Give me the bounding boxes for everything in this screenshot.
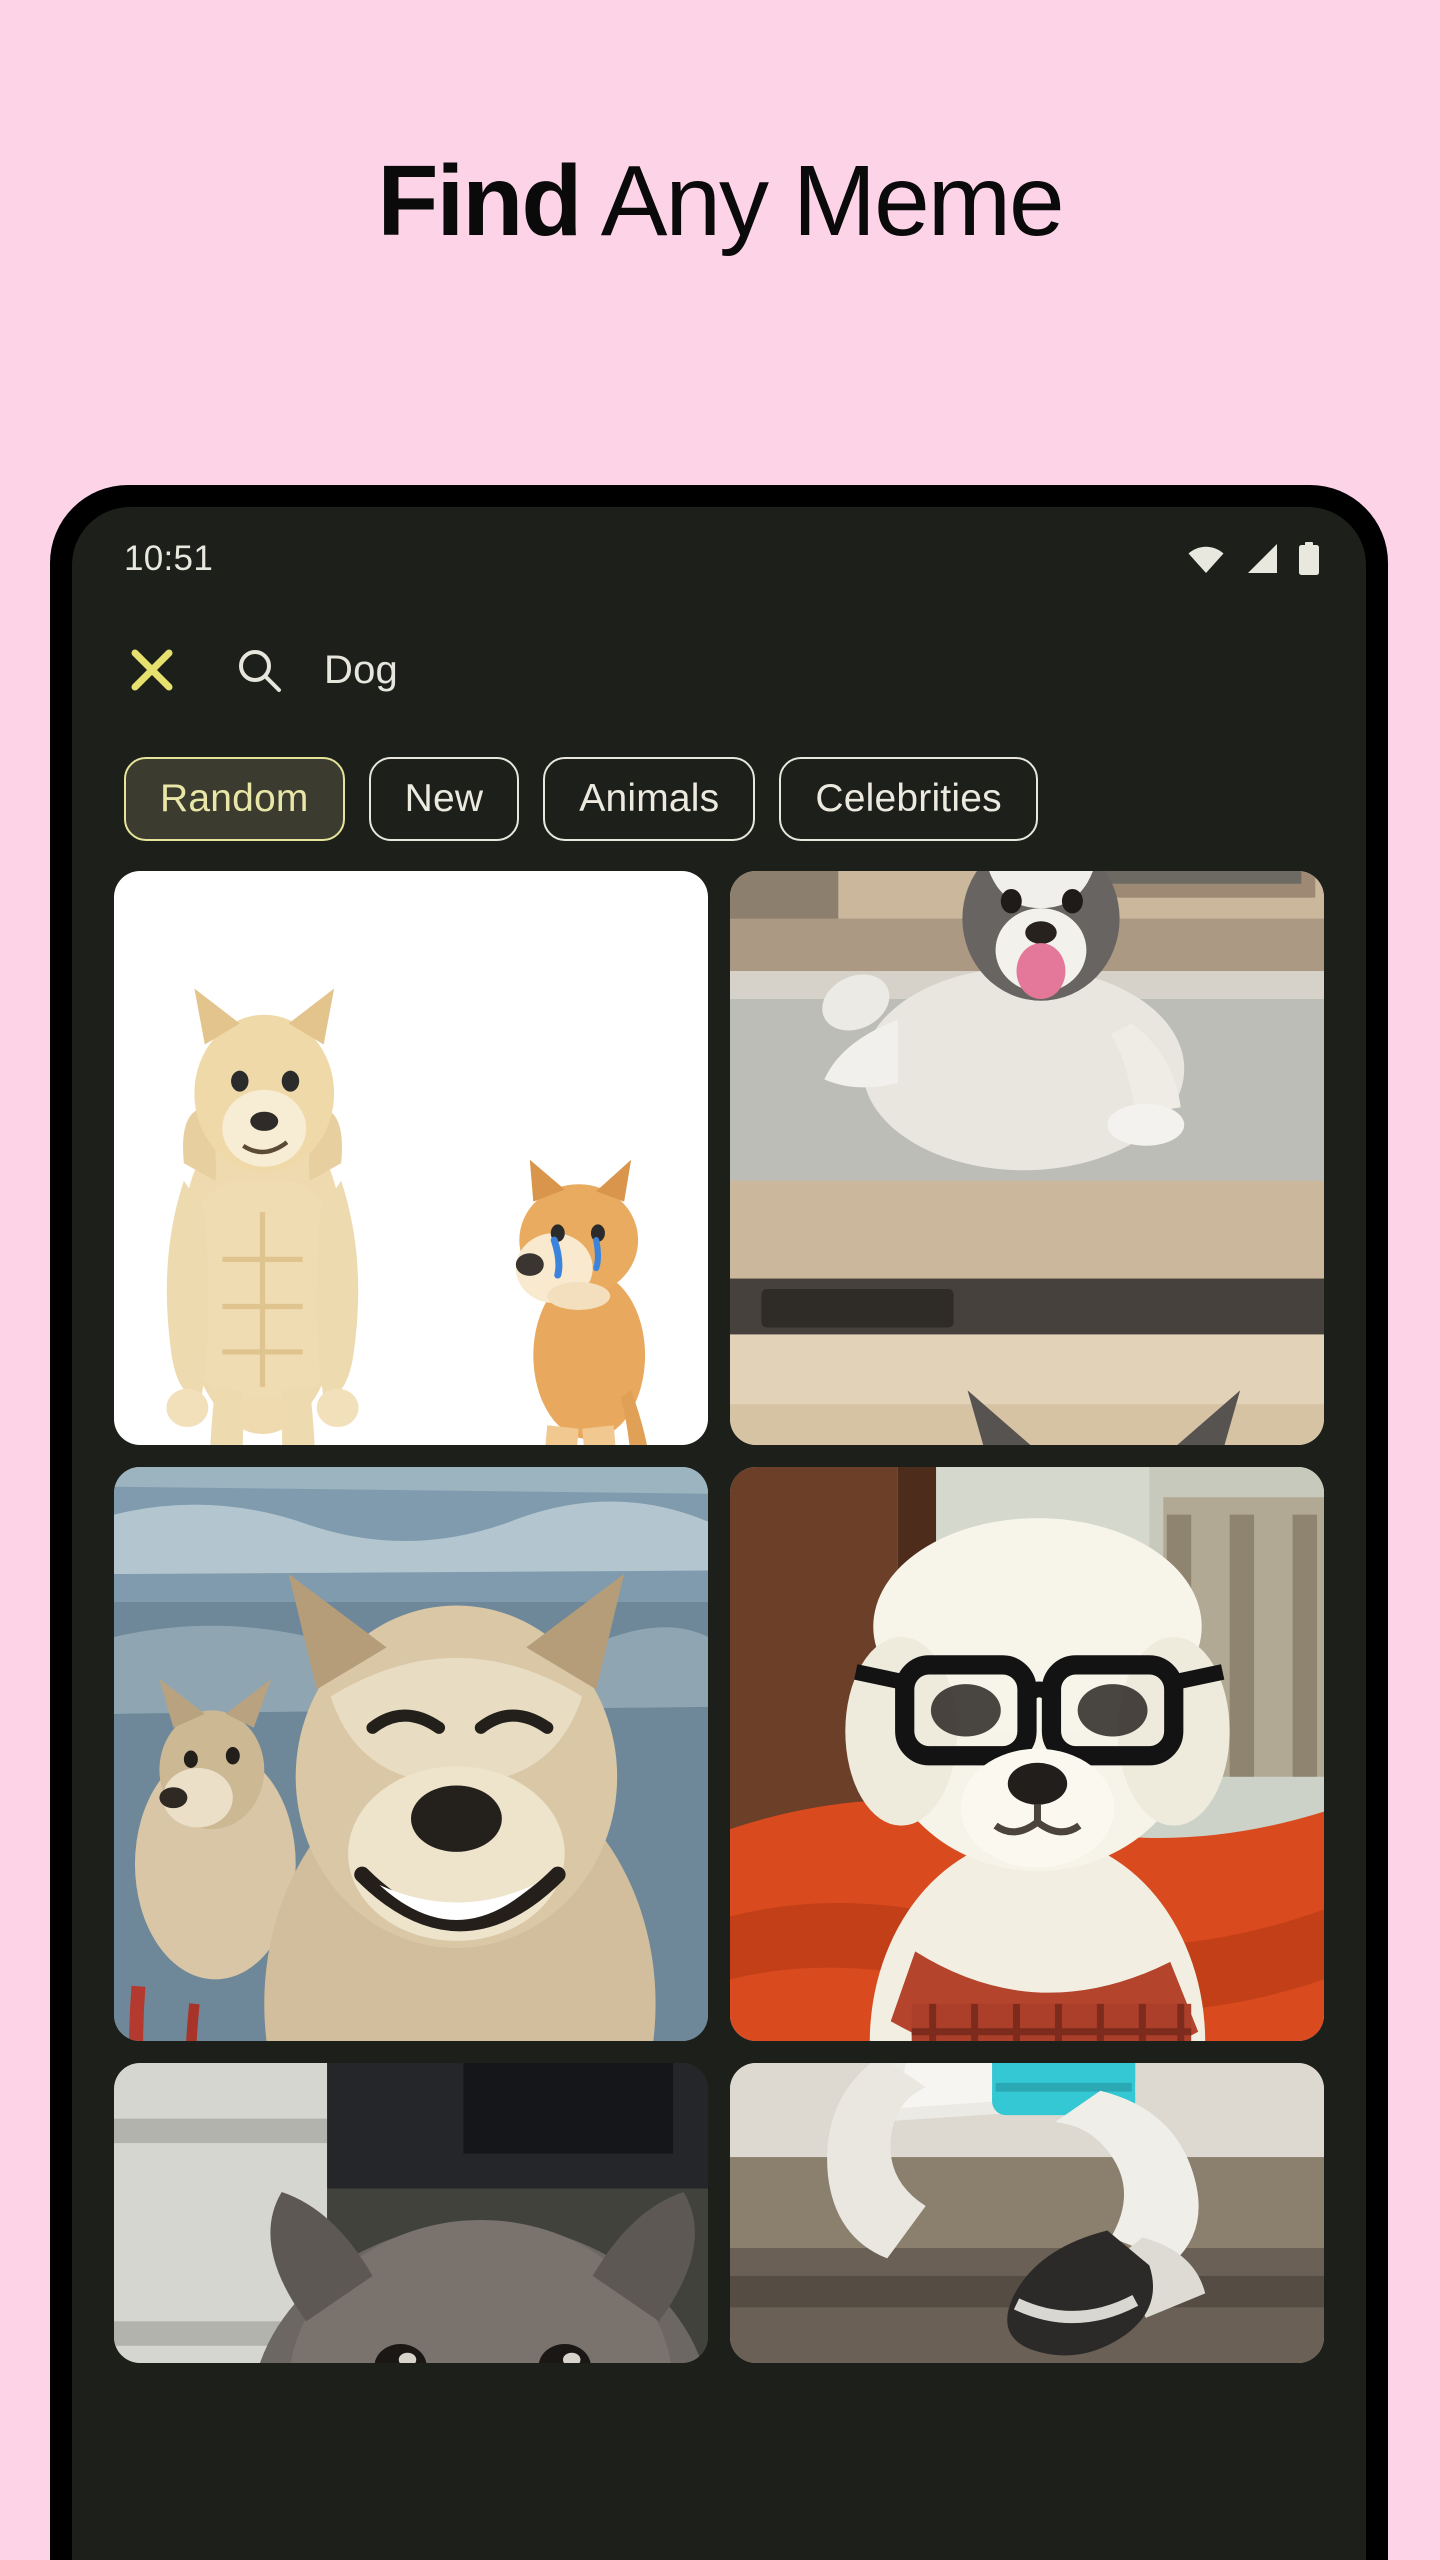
tile-alt-text: Two-panel husky dog photos <box>730 871 731 872</box>
search-input[interactable]: Dog <box>324 648 398 693</box>
page-title-regular: Any Meme <box>580 145 1065 257</box>
status-bar: 10:51 <box>72 507 1366 611</box>
status-bar-clock: 10:51 <box>124 539 214 578</box>
meme-results-grid: Buff Doge vs Cheems meme on white backgr… <box>72 871 1366 2363</box>
close-x-icon[interactable] <box>124 642 180 698</box>
search-icon[interactable] <box>232 643 286 697</box>
chip-label: Celebrities <box>815 777 1002 820</box>
chip-celebrities[interactable]: Celebrities <box>779 757 1038 841</box>
chip-label: Random <box>160 777 309 820</box>
meme-smiling-sled-dog[interactable]: Smiling sled dog by the sea <box>114 1467 708 2041</box>
meme-buff-doge-vs-cheems[interactable]: Buff Doge vs Cheems meme on white backgr… <box>114 871 708 1445</box>
tile-alt-text: White dog wearing glasses and a scarf <box>730 1467 731 1468</box>
wifi-icon <box>1186 544 1226 574</box>
cell-signal-icon <box>1245 543 1279 575</box>
phone-mockup: 10:51 Dog Random New Animals Celebrities <box>50 485 1388 2560</box>
chip-random[interactable]: Random <box>124 757 345 841</box>
chip-new[interactable]: New <box>368 757 520 841</box>
chip-label: New <box>404 777 484 820</box>
chip-animals[interactable]: Animals <box>543 757 756 841</box>
meme-husky-dogs[interactable]: Two-panel husky dog photos <box>730 871 1324 1445</box>
tile-alt-text: Smiling sled dog by the sea <box>114 1467 115 1468</box>
tile-alt-text: Close-up of a grey dog indoors <box>114 2063 115 2064</box>
page-title-strong: Find <box>377 145 582 257</box>
tile-alt-text: Dog dressed in clothes sitting <box>730 2063 731 2064</box>
chip-label: Animals <box>579 777 720 820</box>
phone-screen: 10:51 Dog Random New Animals Celebrities <box>72 507 1366 2560</box>
tile-alt-text: Buff Doge vs Cheems meme on white backgr… <box>114 871 115 872</box>
meme-dog-closeup[interactable]: Close-up of a grey dog indoors <box>114 2063 708 2363</box>
battery-icon <box>1298 542 1320 576</box>
category-filter-chips[interactable]: Random New Animals Celebrities <box>72 729 1366 871</box>
page-title: Find Any Meme <box>0 146 1440 256</box>
meme-dog-with-glasses[interactable]: White dog wearing glasses and a scarf <box>730 1467 1324 2041</box>
search-bar[interactable]: Dog <box>72 611 1366 729</box>
meme-dog-in-clothes[interactable]: Dog dressed in clothes sitting <box>730 2063 1324 2363</box>
status-bar-icons <box>1186 542 1320 576</box>
